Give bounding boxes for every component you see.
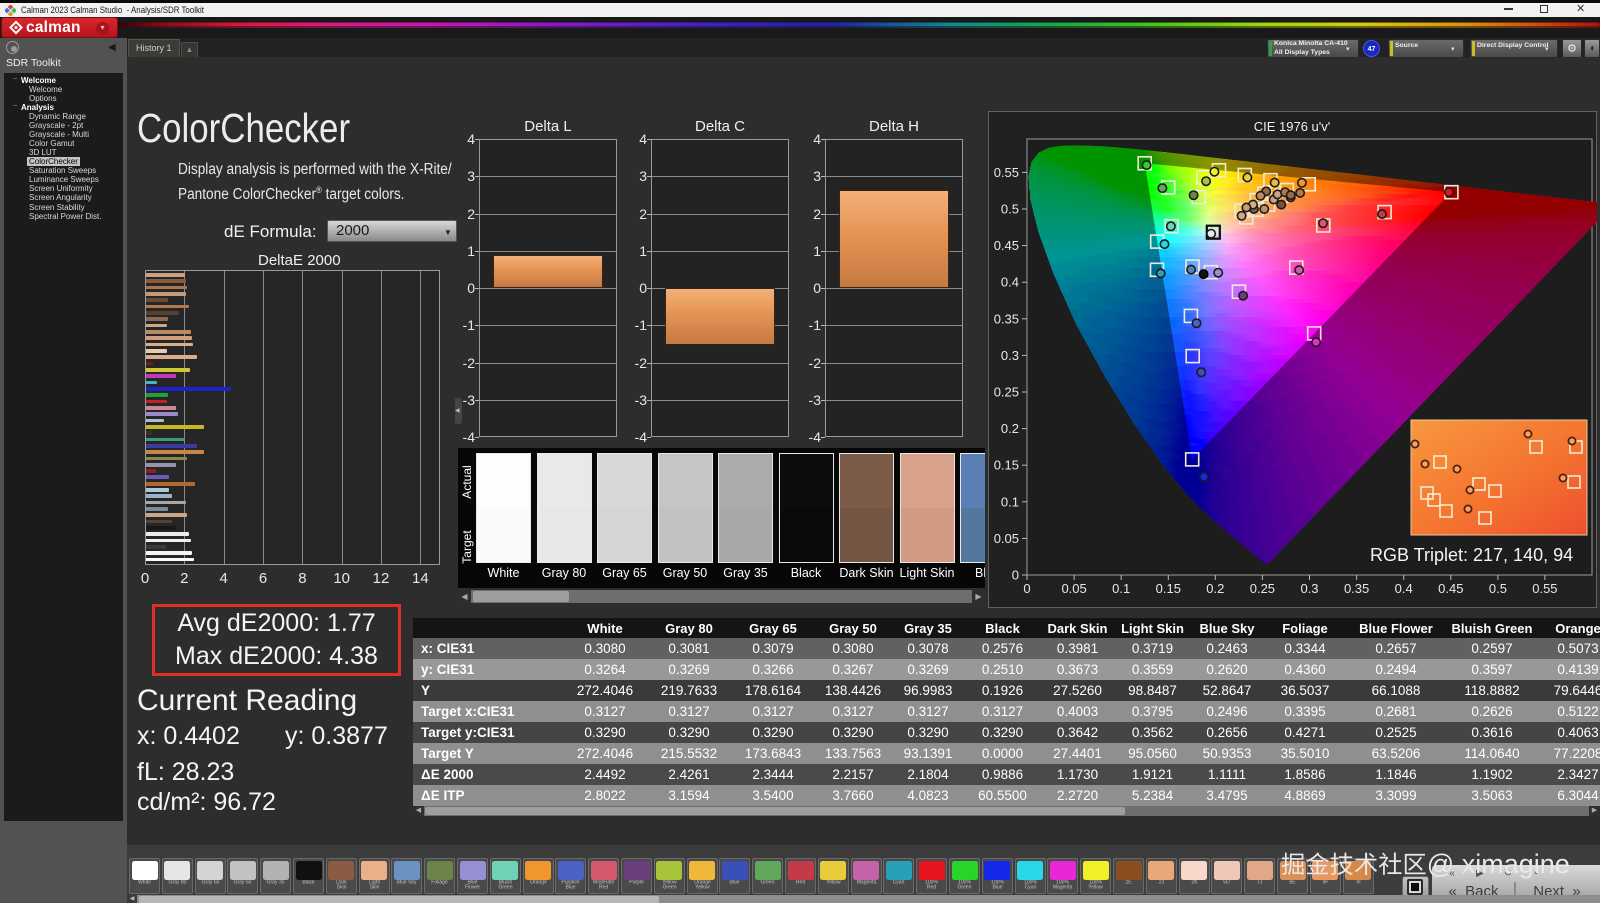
svg-text:0.1: 0.1 (1001, 494, 1019, 509)
svg-text:0.1: 0.1 (1112, 581, 1130, 596)
svg-text:0.4: 0.4 (1001, 275, 1019, 290)
svg-text:0.25: 0.25 (1250, 581, 1275, 596)
svg-text:@ ximagine: @ ximagine (1427, 849, 1570, 879)
svg-text:0: 0 (1023, 581, 1030, 596)
svg-text:0.25: 0.25 (994, 385, 1019, 400)
svg-text:0.55: 0.55 (1532, 581, 1557, 596)
svg-text:0: 0 (1012, 568, 1019, 583)
svg-text:0.2: 0.2 (1001, 421, 1019, 436)
svg-text:0.5: 0.5 (1001, 202, 1019, 217)
svg-text:0.45: 0.45 (1438, 581, 1463, 596)
svg-text:0.15: 0.15 (1156, 581, 1181, 596)
svg-text:0.55: 0.55 (994, 165, 1019, 180)
svg-text:0.2: 0.2 (1206, 581, 1224, 596)
svg-text:0.05: 0.05 (994, 531, 1019, 546)
svg-text:0.15: 0.15 (994, 458, 1019, 473)
svg-text:0.3: 0.3 (1001, 348, 1019, 363)
svg-text:0.45: 0.45 (994, 238, 1019, 253)
svg-text:0.4: 0.4 (1395, 581, 1413, 596)
svg-text:0.35: 0.35 (1344, 581, 1369, 596)
svg-text:0.35: 0.35 (994, 311, 1019, 326)
svg-text:0.5: 0.5 (1489, 581, 1507, 596)
svg-text:0.05: 0.05 (1061, 581, 1086, 596)
svg-text:CIE 1976 u'v': CIE 1976 u'v' (1254, 119, 1331, 134)
svg-text:0.3: 0.3 (1300, 581, 1318, 596)
